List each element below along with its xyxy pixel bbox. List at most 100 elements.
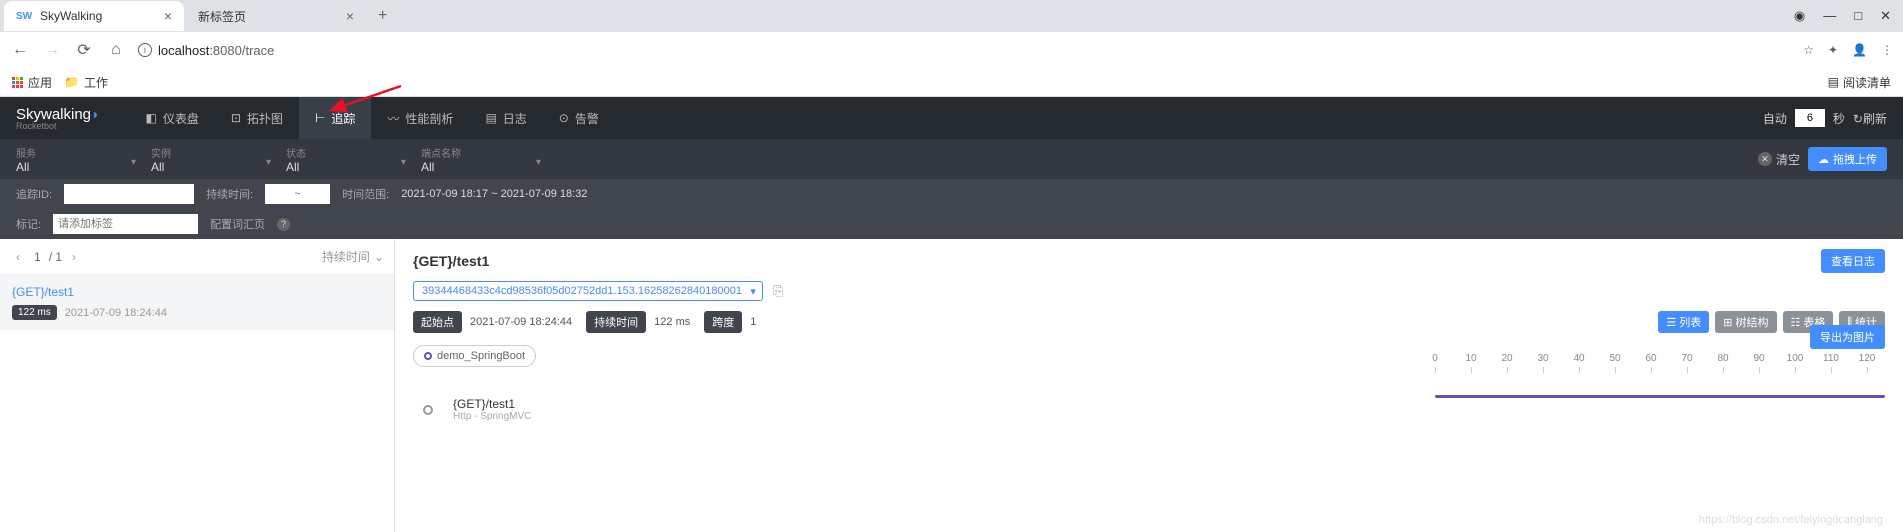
- span-row[interactable]: {GET}/test1 Http - SpringMVC: [413, 397, 1885, 422]
- apps-icon: [12, 77, 23, 88]
- clear-button[interactable]: ✕清空: [1758, 151, 1800, 168]
- next-page-button[interactable]: ›: [62, 250, 82, 264]
- filter-value: All: [421, 160, 516, 174]
- extension-icon[interactable]: ✦: [1828, 43, 1838, 57]
- filter-actions: ✕清空 ☁拖拽上传: [1758, 147, 1887, 171]
- filter-label: 实例: [151, 145, 246, 160]
- browser-tab-active[interactable]: SW SkyWalking ×: [4, 1, 184, 31]
- close-icon[interactable]: ×: [164, 8, 172, 24]
- chevron-down-icon: ▾: [536, 157, 541, 168]
- menu-icon[interactable]: ⋮: [1881, 43, 1893, 57]
- current-page: 1: [26, 250, 49, 264]
- profile-icon: 〰: [387, 110, 399, 127]
- nav-profile[interactable]: 〰性能剖析: [371, 97, 469, 139]
- close-icon[interactable]: ✕: [1880, 8, 1891, 24]
- bookmark-bar: 应用 📁 工作 ▤ 阅读清单: [0, 68, 1903, 96]
- tick: 40: [1561, 353, 1597, 364]
- trace-id-row: 39344468433c4cd98536f05d02752dd1.153.162…: [413, 281, 1885, 301]
- main-nav: ◧仪表盘 ⊡拓扑图 ⊢ 追踪 〰性能剖析 ▤日志 ⊙告警: [130, 97, 615, 139]
- forward-icon[interactable]: →: [42, 41, 62, 59]
- start-badge: 起始点: [413, 311, 462, 333]
- refresh-seconds-input[interactable]: [1795, 109, 1825, 127]
- filter-label: 服务: [16, 145, 111, 160]
- trace-id-select[interactable]: 39344468433c4cd98536f05d02752dd1.153.162…: [413, 281, 763, 301]
- service-chip[interactable]: demo_SpringBoot: [413, 345, 536, 367]
- addr-right-controls: ☆ ✦ 👤 ⋮: [1803, 43, 1893, 57]
- star-icon[interactable]: ☆: [1803, 43, 1814, 57]
- close-icon[interactable]: ×: [346, 8, 354, 24]
- vocab-link[interactable]: 配置词汇页: [210, 216, 265, 232]
- trace-id-input[interactable]: [64, 184, 194, 204]
- maximize-icon[interactable]: □: [1854, 8, 1862, 24]
- tick: 110: [1813, 353, 1849, 364]
- service-filter[interactable]: 服务 All ▾: [16, 145, 151, 174]
- nav-topology[interactable]: ⊡拓扑图: [215, 97, 299, 139]
- filter-bar: 服务 All ▾ 实例 All ▾ 状态 All ▾ 端点名称 All ▾ ✕清…: [0, 139, 1903, 179]
- trace-list-panel: ‹ 1 / 1 › 持续时间 ⌄ {GET}/test1 122 ms 2021…: [0, 239, 395, 532]
- apps-button[interactable]: 应用: [12, 74, 52, 91]
- view-list-button[interactable]: ☰ 列表: [1658, 311, 1709, 333]
- new-tab-button[interactable]: +: [368, 7, 397, 25]
- trace-name: {GET}/test1: [12, 285, 382, 299]
- tag-input[interactable]: [53, 214, 198, 234]
- service-name: demo_SpringBoot: [437, 350, 525, 362]
- filter-bar-3: 标记: 配置词汇页 ?: [0, 209, 1903, 239]
- tick: 90: [1741, 353, 1777, 364]
- prev-page-button[interactable]: ‹: [10, 250, 26, 264]
- auto-label: 自动: [1763, 110, 1787, 127]
- refresh-button[interactable]: ↻刷新: [1853, 110, 1887, 127]
- endpoint-filter[interactable]: 端点名称 All ▾: [421, 145, 556, 174]
- tick: 0: [1417, 353, 1453, 364]
- watermark: https://blog.csdn.net/feiying0canglang: [1699, 514, 1883, 526]
- reading-list-label: 阅读清单: [1843, 74, 1891, 91]
- trace-icon: ⊢: [315, 111, 325, 125]
- nav-alarm[interactable]: ⊙告警: [543, 97, 615, 139]
- reading-list-button[interactable]: ▤ 阅读清单: [1828, 74, 1891, 91]
- pagination: ‹ 1 / 1 › 持续时间 ⌄: [0, 239, 394, 275]
- nav-log[interactable]: ▤日志: [469, 97, 542, 139]
- nav-dashboard[interactable]: ◧仪表盘: [130, 97, 215, 139]
- view-tree-button[interactable]: ⊞ 树结构: [1715, 311, 1776, 333]
- site-info-icon[interactable]: i: [138, 43, 152, 57]
- nav-trace[interactable]: ⊢ 追踪: [299, 97, 371, 139]
- nav-item-label: 追踪: [331, 110, 355, 127]
- upload-button[interactable]: ☁拖拽上传: [1808, 147, 1887, 171]
- export-image-button[interactable]: 导出为图片: [1810, 325, 1885, 349]
- home-icon[interactable]: ⌂: [106, 41, 126, 59]
- sort-dropdown[interactable]: 持续时间 ⌄: [322, 248, 384, 265]
- view-log-button[interactable]: 查看日志: [1821, 249, 1885, 273]
- tick: 60: [1633, 353, 1669, 364]
- address-bar: ← → ⟳ ⌂ i localhost:8080/trace ☆ ✦ 👤 ⋮: [0, 32, 1903, 68]
- copy-icon[interactable]: ⎘: [773, 283, 783, 299]
- back-icon[interactable]: ←: [10, 41, 30, 59]
- status-filter[interactable]: 状态 All ▾: [286, 145, 421, 174]
- help-icon[interactable]: ?: [277, 218, 290, 231]
- nav-item-label: 仪表盘: [163, 110, 199, 127]
- chevron-down-icon: ⌄: [374, 250, 384, 264]
- chevron-down-icon: ▾: [401, 157, 406, 168]
- seconds-label: 秒: [1833, 110, 1845, 127]
- filter-value: All: [16, 160, 111, 174]
- main-content: ‹ 1 / 1 › 持续时间 ⌄ {GET}/test1 122 ms 2021…: [0, 239, 1903, 532]
- trace-meta: 122 ms 2021-07-09 18:24:44: [12, 305, 382, 320]
- account-icon[interactable]: ◉: [1794, 8, 1805, 24]
- minimize-icon[interactable]: —: [1823, 8, 1836, 24]
- url-input[interactable]: i localhost:8080/trace: [138, 43, 1791, 58]
- trace-id-label: 追踪ID:: [16, 186, 52, 202]
- start-time: 2021-07-09 18:24:44: [470, 316, 572, 328]
- tab-title: SkyWalking: [40, 9, 164, 23]
- trace-list-item[interactable]: {GET}/test1 122 ms 2021-07-09 18:24:44: [0, 275, 394, 330]
- profile-icon[interactable]: 👤: [1852, 43, 1867, 57]
- topology-icon: ⊡: [231, 111, 241, 125]
- apps-label: 应用: [28, 74, 52, 91]
- bookmark-folder-work[interactable]: 📁 工作: [64, 74, 108, 91]
- duration-input[interactable]: [265, 184, 330, 204]
- instance-filter[interactable]: 实例 All ▾: [151, 145, 286, 174]
- duration-badge: 持续时间: [586, 311, 646, 333]
- total-pages: / 1: [49, 250, 62, 264]
- tick: 50: [1597, 353, 1633, 364]
- browser-tab[interactable]: 新标签页 ×: [186, 1, 366, 31]
- reload-icon[interactable]: ⟳: [74, 40, 94, 60]
- time-range-value[interactable]: 2021-07-09 18:17 ~ 2021-07-09 18:32: [401, 188, 587, 200]
- header-right: 自动 秒 ↻刷新: [1763, 109, 1887, 127]
